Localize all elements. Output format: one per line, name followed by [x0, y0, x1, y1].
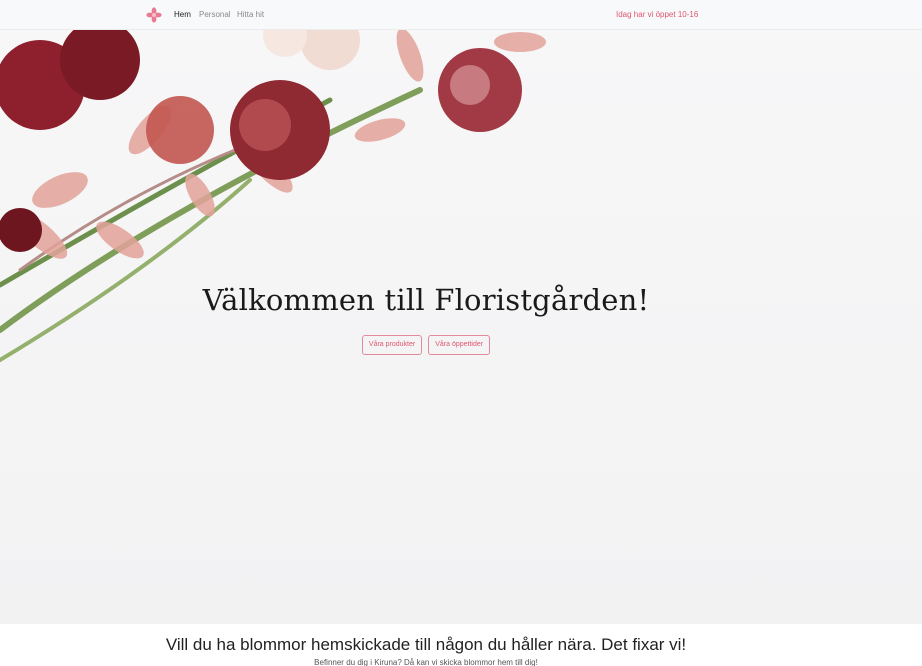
hero-title: Välkommen till Floristgården! — [202, 283, 650, 317]
nav-link-staff[interactable]: Personal — [199, 10, 231, 19]
flower-icon[interactable] — [146, 7, 162, 23]
opening-hours-text: Idag har vi öppet 10-16 — [616, 10, 699, 19]
delivery-section: Vill du ha blommor hemskickade till någo… — [0, 624, 922, 666]
opening-hours-button[interactable]: Våra öppettider — [428, 335, 491, 355]
hero-section: Välkommen till Floristgården! Våra produ… — [0, 30, 922, 624]
hero-button-group: Våra produkter Våra öppettider — [0, 335, 852, 355]
nav-link-home[interactable]: Hem — [174, 10, 191, 19]
delivery-heading: Vill du ha blommor hemskickade till någo… — [165, 635, 687, 654]
our-products-button[interactable]: Våra produkter — [361, 335, 423, 355]
navbar: Hem Personal Hitta hit Idag har vi öppet… — [0, 0, 922, 30]
delivery-subtitle: Befinner du dig i Kiruna? Då kan vi skic… — [314, 658, 538, 666]
nav-link-find-us[interactable]: Hitta hit — [237, 10, 264, 19]
